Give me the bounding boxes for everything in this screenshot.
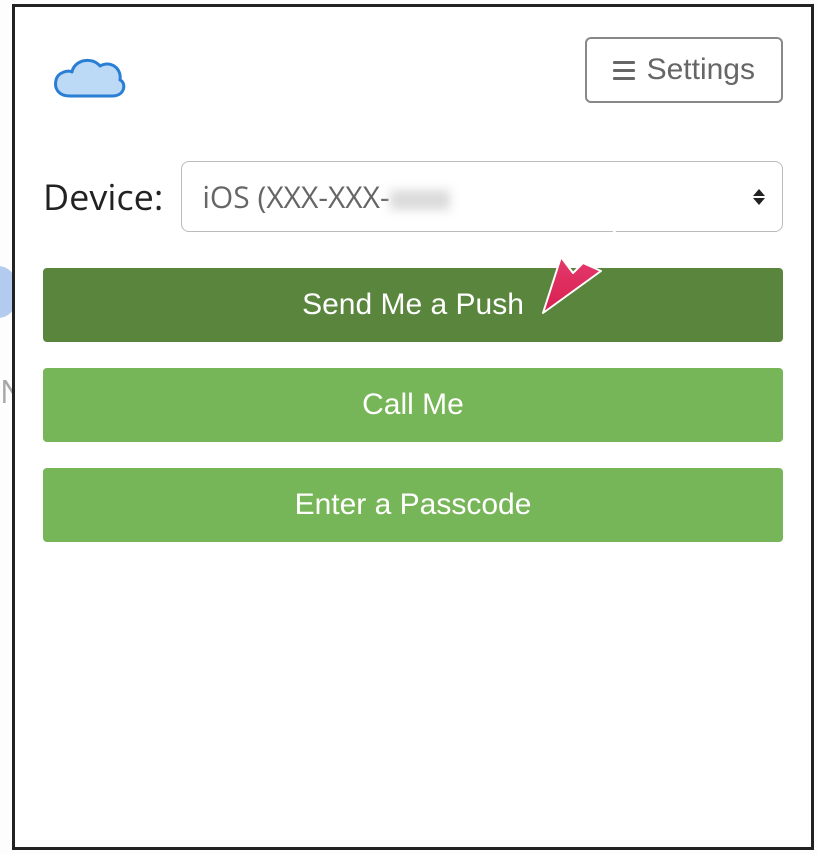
device-masked-digits — [390, 190, 450, 210]
call-me-button[interactable]: Call Me — [43, 368, 783, 442]
settings-label: Settings — [647, 53, 755, 87]
auth-prompt-frame: Settings Device: iOS (XXX-XXX- Send Me a… — [12, 4, 814, 850]
device-label: Device: — [43, 172, 163, 221]
send-push-button[interactable]: Send Me a Push — [43, 268, 783, 342]
header-row: Settings — [43, 37, 783, 119]
hamburger-icon — [613, 61, 635, 80]
enter-passcode-button[interactable]: Enter a Passcode — [43, 468, 783, 542]
settings-button[interactable]: Settings — [585, 37, 783, 103]
device-select-wrap: iOS (XXX-XXX- — [181, 161, 783, 232]
device-select[interactable]: iOS (XXX-XXX- — [181, 161, 783, 232]
cloud-icon — [50, 52, 128, 104]
cloud-logo — [43, 37, 135, 119]
device-row: Device: iOS (XXX-XXX- — [43, 161, 783, 232]
device-selected-text: iOS (XXX-XXX- — [202, 176, 389, 217]
